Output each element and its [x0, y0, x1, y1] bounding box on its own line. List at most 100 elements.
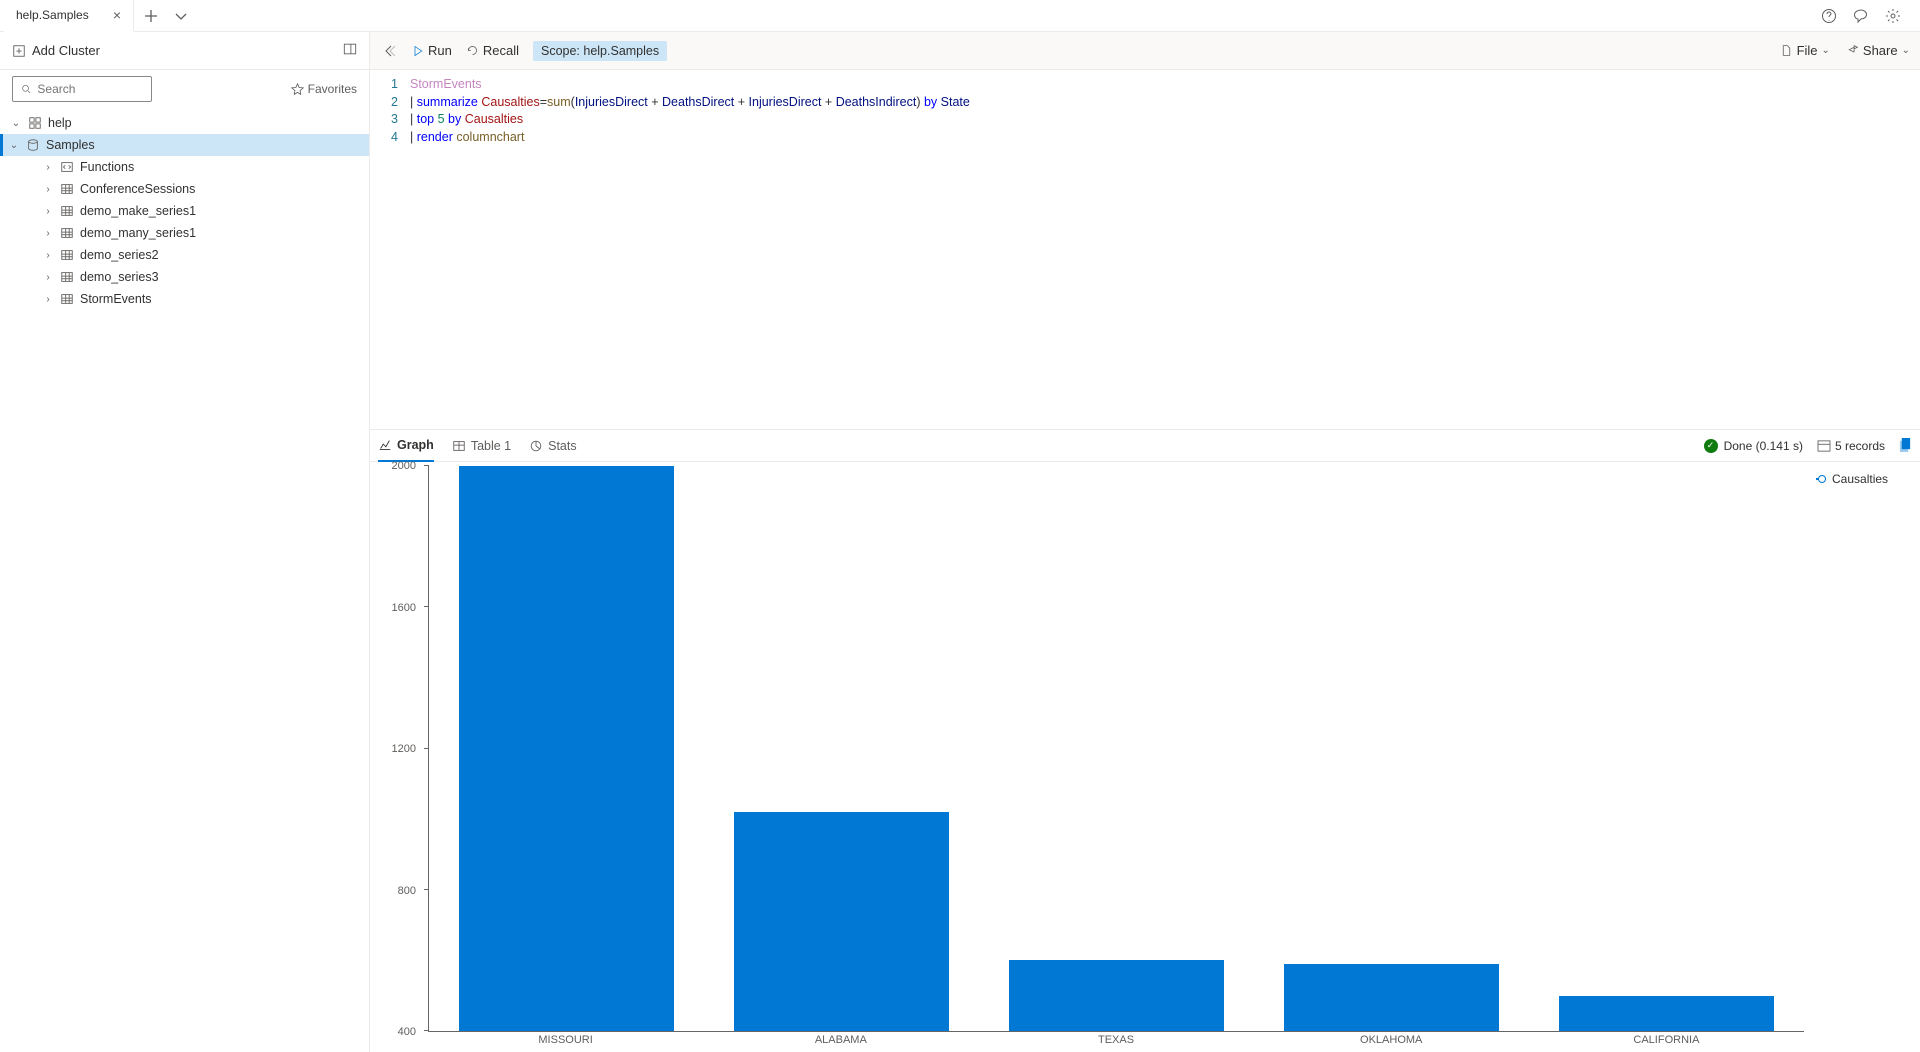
toolbar-collapse-icon[interactable]: [380, 42, 398, 60]
tree-item-label: help: [48, 116, 72, 130]
bar-texas[interactable]: [979, 466, 1254, 1031]
chevron-icon: ⌄: [10, 118, 22, 129]
tree-item-label: ConferenceSessions: [80, 182, 195, 196]
copy-icon[interactable]: [1899, 437, 1912, 455]
search-icon: [21, 83, 31, 95]
share-icon: [1846, 44, 1859, 57]
chevron-icon: ›: [42, 294, 54, 305]
chevron-icon: ›: [42, 184, 54, 195]
legend-marker-icon: [1816, 478, 1826, 480]
tab-graph-label: Graph: [397, 438, 434, 452]
legend-label: Causalties: [1832, 472, 1888, 486]
share-label: Share: [1863, 43, 1898, 58]
settings-icon[interactable]: [1884, 7, 1902, 25]
y-tick-mark: [424, 889, 429, 890]
tree-item-label: StormEvents: [80, 292, 152, 306]
tree-item-label: Samples: [46, 138, 95, 152]
feedback-icon[interactable]: [1852, 7, 1870, 25]
bar-alabama[interactable]: [704, 466, 979, 1031]
table-icon: [60, 270, 74, 284]
bar-missouri[interactable]: [429, 466, 704, 1031]
line-number: 4: [370, 129, 410, 147]
tree-item-demo_make_series1[interactable]: ›demo_make_series1: [0, 200, 369, 222]
chevron-icon: ›: [42, 162, 54, 173]
close-tab-icon[interactable]: ×: [113, 7, 121, 23]
y-tick-mark: [424, 748, 429, 749]
bar-california[interactable]: [1529, 466, 1804, 1031]
x-tick-label: ALABAMA: [703, 1034, 978, 1052]
chevron-icon: ›: [42, 272, 54, 283]
chart-icon: [378, 438, 392, 452]
play-icon: [412, 45, 424, 57]
y-tick-label: 1200: [392, 743, 416, 755]
run-button[interactable]: Run: [412, 43, 452, 58]
tree-item-functions[interactable]: › Functions: [0, 156, 369, 178]
cluster-icon: [28, 116, 42, 130]
sidebar: Add Cluster Favorites ⌄ help ⌄Samples › Func…: [0, 32, 370, 1052]
bar-oklahoma[interactable]: [1254, 466, 1529, 1031]
chart: 400800120016002000 MISSOURIALABAMATEXASO…: [370, 462, 1810, 1052]
query-editor[interactable]: 1StormEvents2| summarize Causalties=sum(…: [370, 70, 1920, 430]
tab-strip: help.Samples ×: [0, 0, 1920, 32]
tree-item-label: demo_series2: [80, 248, 159, 262]
tree-item-label: demo_series3: [80, 270, 159, 284]
tree-item-conferencesessions[interactable]: › ConferenceSessions: [0, 178, 369, 200]
tree-item-label: demo_many_series1: [80, 226, 196, 240]
tab-stats[interactable]: Stats: [529, 430, 577, 462]
table-icon: [60, 204, 74, 218]
recall-button[interactable]: Recall: [466, 43, 519, 58]
code-line: 3| top 5 by Causalties: [370, 111, 1920, 129]
tab-dropdown-icon[interactable]: [172, 7, 190, 25]
result-tabs: Graph Table 1 Stats ✓ Done (0.141 s): [370, 430, 1920, 462]
search-input-container[interactable]: [12, 76, 152, 102]
add-cluster-button[interactable]: Add Cluster: [12, 43, 100, 58]
code-line: 2| summarize Causalties=sum(InjuriesDire…: [370, 94, 1920, 112]
query-tab[interactable]: help.Samples ×: [4, 0, 134, 32]
tree-item-demo_many_series1[interactable]: ›demo_many_series1: [0, 222, 369, 244]
connection-tree: ⌄ help ⌄Samples › Functions › ConferenceSessio…: [0, 108, 369, 1052]
x-tick-label: CALIFORNIA: [1529, 1034, 1804, 1052]
y-tick-label: 800: [398, 885, 416, 897]
y-tick-mark: [424, 465, 429, 466]
help-icon[interactable]: [1820, 7, 1838, 25]
y-tick-label: 400: [398, 1026, 416, 1038]
table-icon: [60, 292, 74, 306]
chevron-down-icon: ⌄: [1822, 45, 1830, 56]
scope-indicator[interactable]: Scope: help.Samples: [533, 41, 667, 61]
recall-label: Recall: [483, 43, 519, 58]
new-tab-icon[interactable]: [142, 7, 160, 25]
tree-item-stormevents[interactable]: › StormEvents: [0, 288, 369, 310]
chevron-icon: ›: [42, 250, 54, 261]
x-tick-label: TEXAS: [978, 1034, 1253, 1052]
file-menu[interactable]: File ⌄: [1780, 43, 1830, 58]
share-menu[interactable]: Share ⌄: [1846, 43, 1910, 58]
tree-item-samples[interactable]: ⌄Samples: [0, 134, 369, 156]
check-icon: ✓: [1704, 439, 1718, 453]
panel-collapse-icon[interactable]: [343, 42, 357, 59]
tree-item-demo_series3[interactable]: › demo_series3: [0, 266, 369, 288]
recall-icon: [466, 44, 479, 57]
line-number: 3: [370, 111, 410, 129]
table-icon: [60, 182, 74, 196]
search-input[interactable]: [37, 82, 143, 96]
tree-item-help[interactable]: ⌄ help: [0, 112, 369, 134]
legend-item[interactable]: Causalties: [1816, 472, 1914, 486]
tab-graph[interactable]: Graph: [378, 430, 434, 462]
database-icon: [26, 138, 40, 152]
tree-item-demo_series2[interactable]: › demo_series2: [0, 244, 369, 266]
add-cluster-label: Add Cluster: [32, 43, 100, 58]
table-icon: [452, 439, 466, 453]
y-tick-label: 2000: [392, 460, 416, 472]
tree-item-label: Functions: [80, 160, 134, 174]
table-icon: [60, 248, 74, 262]
table-icon: [60, 226, 74, 240]
run-label: Run: [428, 43, 452, 58]
code-line: 4| render columnchart: [370, 129, 1920, 147]
file-icon: [1780, 44, 1793, 57]
favorites-button[interactable]: Favorites: [291, 82, 357, 96]
tree-item-label: demo_make_series1: [80, 204, 196, 218]
tab-table[interactable]: Table 1: [452, 430, 511, 462]
tab-stats-label: Stats: [548, 439, 577, 453]
query-toolbar: Run Recall Scope: help.Samples File ⌄: [370, 32, 1920, 70]
query-status: ✓ Done (0.141 s): [1704, 439, 1803, 453]
